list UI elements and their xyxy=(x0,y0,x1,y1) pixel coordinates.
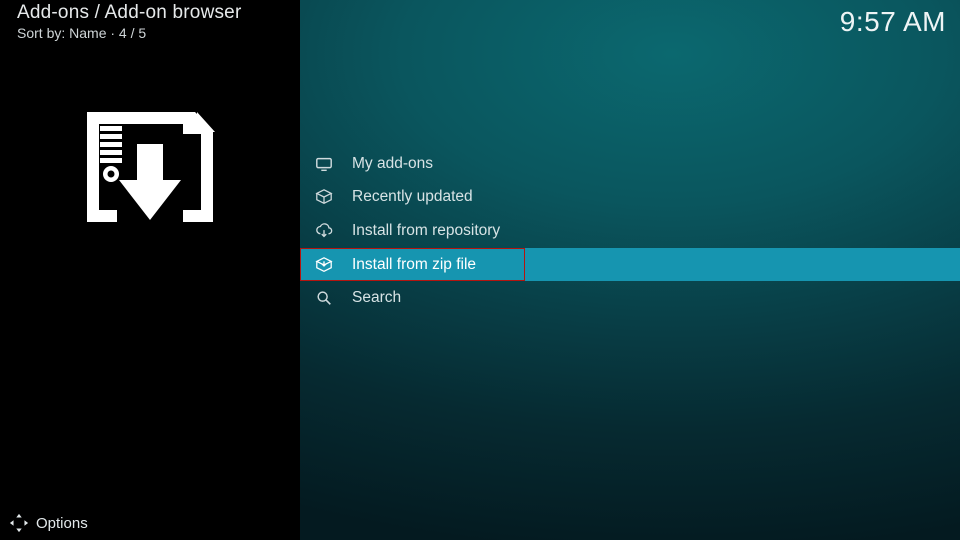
menu-item-label: Search xyxy=(350,289,403,307)
menu-item-recently-updated[interactable]: Recently updated xyxy=(300,181,960,215)
zip-download-icon xyxy=(85,108,215,226)
clock: 9:57 AM xyxy=(840,6,946,38)
search-icon xyxy=(314,288,334,308)
options-button[interactable]: Options xyxy=(0,506,88,540)
zip-install-icon xyxy=(314,255,334,275)
sort-info: Sort by: Name · 4 / 5 xyxy=(17,25,241,41)
cloud-down-icon xyxy=(314,221,334,241)
box-icon xyxy=(314,187,334,207)
menu-item-install-from-zip[interactable]: Install from zip file xyxy=(300,248,960,282)
breadcrumb: Add-ons / Add-on browser xyxy=(17,2,241,24)
tv-icon xyxy=(314,154,334,174)
dpad-icon xyxy=(8,512,30,534)
menu-item-label: Recently updated xyxy=(350,188,475,206)
header: Add-ons / Add-on browser Sort by: Name ·… xyxy=(17,2,241,41)
menu-item-my-addons[interactable]: My add-ons xyxy=(300,147,960,181)
menu-item-label: My add-ons xyxy=(350,155,435,173)
addon-browser-menu: My add-ons Recently updated Install from… xyxy=(300,147,960,315)
menu-item-search[interactable]: Search xyxy=(300,281,960,315)
menu-item-install-from-repository[interactable]: Install from repository xyxy=(300,214,960,248)
sidebar: Add-ons / Add-on browser Sort by: Name ·… xyxy=(0,0,300,540)
menu-item-label: Install from zip file xyxy=(350,256,478,274)
menu-item-label: Install from repository xyxy=(350,222,502,240)
options-label: Options xyxy=(36,515,88,532)
